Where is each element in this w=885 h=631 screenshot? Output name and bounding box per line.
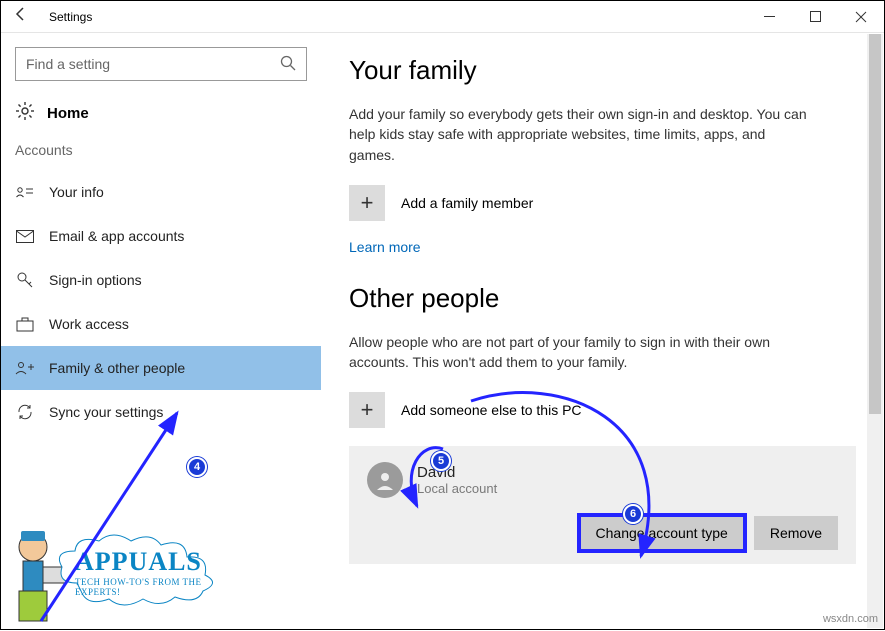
search-placeholder: Find a setting: [26, 56, 110, 72]
people-icon: [15, 361, 35, 376]
home-label: Home: [47, 105, 89, 122]
sidebar-item-work[interactable]: Work access: [1, 302, 321, 346]
section-desc-family: Add your family so everybody gets their …: [349, 104, 809, 165]
watermark: wsxdn.com: [823, 613, 878, 625]
gear-icon: [15, 101, 35, 126]
maximize-button[interactable]: [792, 1, 838, 33]
sidebar-item-label: Sign-in options: [49, 272, 142, 288]
annotation-marker-4: 4: [187, 457, 207, 477]
annotation-marker-6: 6: [623, 504, 643, 524]
sidebar-item-signin[interactable]: Sign-in options: [1, 258, 321, 302]
annotation-marker-5: 5: [431, 451, 451, 471]
plus-icon: +: [349, 185, 385, 221]
search-icon: [280, 55, 296, 74]
sidebar-item-label: Your info: [49, 184, 104, 200]
search-input[interactable]: Find a setting: [15, 47, 307, 81]
add-other-label: Add someone else to this PC: [401, 402, 582, 418]
section-desc-other: Allow people who are not part of your fa…: [349, 332, 809, 373]
avatar-icon: [367, 462, 403, 498]
scrollbar-thumb[interactable]: [869, 34, 881, 414]
change-account-type-button[interactable]: Change account type: [580, 516, 744, 550]
add-family-label: Add a family member: [401, 195, 533, 211]
close-button[interactable]: [838, 1, 884, 33]
user-account-block[interactable]: David Local account Change account type …: [349, 446, 856, 564]
add-other-user-button[interactable]: + Add someone else to this PC: [349, 392, 856, 428]
sidebar-item-family[interactable]: Family & other people: [1, 346, 321, 390]
sidebar-item-your-info[interactable]: Your info: [1, 170, 321, 214]
section-title-other: Other people: [349, 283, 856, 314]
main-panel: Your family Add your family so everybody…: [321, 33, 884, 629]
user-account-type: Local account: [417, 481, 497, 496]
category-label: Accounts: [1, 142, 321, 170]
briefcase-icon: [15, 317, 35, 332]
learn-more-link[interactable]: Learn more: [349, 239, 421, 255]
sidebar-item-label: Email & app accounts: [49, 228, 184, 244]
add-family-member-button[interactable]: + Add a family member: [349, 185, 856, 221]
mail-icon: [15, 230, 35, 243]
sidebar-item-label: Family & other people: [49, 360, 185, 376]
section-title-family: Your family: [349, 55, 856, 86]
minimize-button[interactable]: [746, 1, 792, 33]
home-link[interactable]: Home: [1, 95, 321, 142]
remove-user-button[interactable]: Remove: [754, 516, 838, 550]
person-card-icon: [15, 185, 35, 199]
title-bar: Settings: [1, 1, 884, 33]
scrollbar[interactable]: [867, 34, 883, 628]
sync-icon: [15, 403, 35, 421]
user-name: David: [417, 464, 497, 481]
appuals-logo: APPUALS TECH HOW-TO'S FROM THE EXPERTS!: [3, 517, 223, 627]
sidebar-item-sync[interactable]: Sync your settings: [1, 390, 321, 434]
back-button[interactable]: [1, 6, 41, 27]
appuals-name: APPUALS: [75, 547, 227, 577]
sidebar-item-email[interactable]: Email & app accounts: [1, 214, 321, 258]
plus-icon: +: [349, 392, 385, 428]
sidebar-item-label: Work access: [49, 316, 129, 332]
appuals-sub: TECH HOW-TO'S FROM THE EXPERTS!: [75, 577, 227, 597]
sidebar-item-label: Sync your settings: [49, 404, 163, 420]
window-title: Settings: [41, 10, 746, 24]
key-icon: [15, 271, 35, 289]
